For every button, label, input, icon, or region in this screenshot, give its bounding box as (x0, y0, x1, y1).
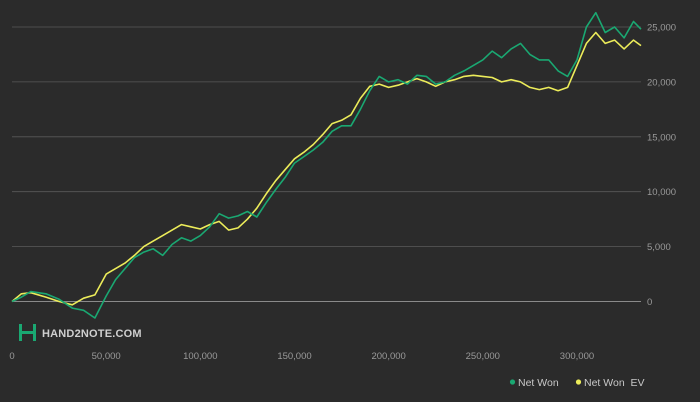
x-tick-label: 200,000 (371, 351, 405, 362)
x-tick-label: 300,000 (560, 351, 594, 362)
x-tick-label: 150,000 (277, 351, 311, 362)
x-tick-label: 100,000 (183, 351, 217, 362)
chart-background (0, 0, 700, 402)
legend-marker-net-won (509, 379, 516, 385)
legend-label-net-won-ev: Net Won EV (584, 377, 645, 389)
legend-label-net-won: Net Won (518, 377, 559, 389)
x-tick-label: 0 (9, 351, 14, 362)
x-tick-label: 50,000 (92, 351, 121, 362)
legend-item-net-won[interactable]: Net Won (509, 377, 559, 389)
legend-marker-net-won-ev (575, 379, 582, 385)
line-chart: 0 5,000 10,000 15,000 20,000 25,000 0 50,000 10… (0, 0, 700, 402)
logo-text: HAND2NOTE.COM (42, 328, 142, 340)
x-tick-label: 250,000 (466, 351, 500, 362)
y-tick-label: 25,000 (647, 22, 676, 33)
y-tick-label: 20,000 (647, 77, 676, 88)
chart-container: 0 5,000 10,000 15,000 20,000 25,000 0 50,000 10… (0, 0, 700, 402)
y-tick-label: 0 (647, 297, 652, 308)
y-tick-label: 5,000 (647, 242, 671, 253)
legend-item-net-won-ev[interactable]: Net Won EV (575, 377, 645, 389)
y-tick-label: 15,000 (647, 132, 676, 143)
y-tick-label: 10,000 (647, 187, 676, 198)
